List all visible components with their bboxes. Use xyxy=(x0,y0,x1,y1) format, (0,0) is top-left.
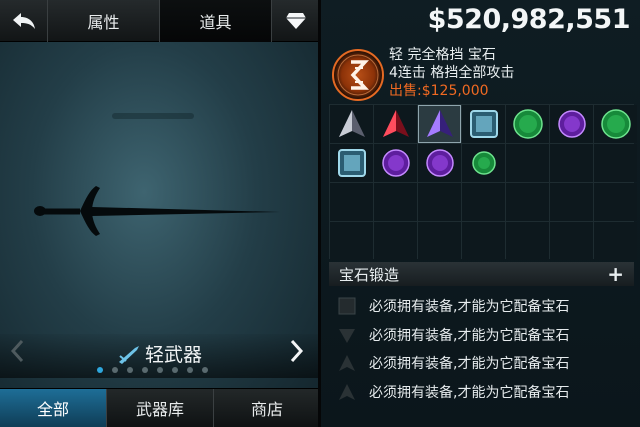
purple-round-gem-icon xyxy=(381,149,410,177)
sell-price: 出售:$125,000 xyxy=(389,83,489,99)
empty-gem-slot[interactable] xyxy=(330,183,373,221)
money-balance: $520,982,551 xyxy=(427,4,631,35)
empty-gem-slot[interactable] xyxy=(594,222,637,260)
tab-shop[interactable]: 商店 xyxy=(214,389,320,427)
empty-gem-slot[interactable] xyxy=(550,222,593,260)
diamond-icon xyxy=(286,13,306,29)
empty-gem-slot[interactable] xyxy=(506,144,549,182)
gem-slot[interactable] xyxy=(550,105,593,143)
purple-triangle-gem-icon xyxy=(426,110,453,137)
page-dot[interactable] xyxy=(127,367,133,373)
top-tab-bar: 属性 道具 xyxy=(0,0,320,42)
gem-slot[interactable] xyxy=(462,144,505,182)
gem-slot[interactable] xyxy=(330,105,373,143)
gem-slot[interactable] xyxy=(418,105,461,143)
expand-icon[interactable]: + xyxy=(607,262,624,286)
page-dot[interactable] xyxy=(97,367,103,373)
up-triangle-slot-icon xyxy=(337,382,357,402)
chevron-right-icon xyxy=(290,339,304,363)
weapon-preview-panel: 属性 道具 轻武器 全部 武器库 商店 xyxy=(0,0,320,427)
gem-slot-list: 必须拥有装备,才能为它配备宝石 必须拥有装备,才能为它配备宝石 必须拥有装备,才能为… xyxy=(329,292,634,406)
green-round-small-gem-icon xyxy=(471,151,496,175)
gem-slot[interactable] xyxy=(374,105,417,143)
down-triangle-slot-icon xyxy=(337,325,357,345)
gem-slot-text: 必须拥有装备,才能为它配备宝石 xyxy=(369,356,570,373)
gem-panel: $520,982,551 轻 完全格挡 宝石 4连击 格挡全部攻击 出售:$12… xyxy=(321,0,640,427)
blue-square-gem-icon xyxy=(469,110,498,138)
empty-gem-slot[interactable] xyxy=(418,183,461,221)
green-round-gem-icon xyxy=(512,109,543,139)
empty-gem-slot[interactable] xyxy=(506,183,549,221)
empty-gem-slot[interactable] xyxy=(374,222,417,260)
gray-triangle-gem-icon xyxy=(338,110,365,137)
gem-slot-row[interactable]: 必须拥有装备,才能为它配备宝石 xyxy=(329,378,634,407)
previous-category-button[interactable] xyxy=(10,339,24,369)
gem-slot-row[interactable]: 必须拥有装备,才能为它配备宝石 xyxy=(329,292,634,321)
page-dot[interactable] xyxy=(142,367,148,373)
bottom-tab-bar: 全部 武器库 商店 xyxy=(0,388,320,427)
tab-items[interactable]: 道具 xyxy=(160,0,272,42)
next-category-button[interactable] xyxy=(290,339,304,369)
gem-slot-text: 必须拥有装备,才能为它配备宝石 xyxy=(369,299,570,316)
empty-gem-slot[interactable] xyxy=(330,222,373,260)
green-round-gem-icon xyxy=(600,109,631,139)
gem-effect-line: 4连击 格挡全部攻击 xyxy=(389,65,515,81)
back-arrow-icon xyxy=(12,13,35,29)
gem-slot-text: 必须拥有装备,才能为它配备宝石 xyxy=(369,384,570,401)
gem-description: 轻 完全格挡 宝石 4连击 格挡全部攻击 出售:$125,000 xyxy=(389,46,514,100)
square-slot-icon xyxy=(337,296,357,316)
purple-round-gem-icon xyxy=(425,149,454,177)
empty-gem-slot[interactable] xyxy=(462,183,505,221)
sword-preview[interactable] xyxy=(30,180,285,240)
page-dot[interactable] xyxy=(172,367,178,373)
gem-slot-row[interactable]: 必须拥有装备,才能为它配备宝石 xyxy=(329,321,634,350)
gem-type-line: 轻 完全格挡 宝石 xyxy=(389,47,496,63)
blue-square-gem-icon xyxy=(337,149,366,177)
tab-all[interactable]: 全部 xyxy=(0,389,107,427)
gem-slot-row[interactable]: 必须拥有装备,才能为它配备宝石 xyxy=(329,349,634,378)
up-triangle-slot-icon xyxy=(337,353,357,373)
gem-slot[interactable] xyxy=(506,105,549,143)
background-weapon-silhouette xyxy=(112,113,194,119)
gem-slot[interactable] xyxy=(418,144,461,182)
page-dot[interactable] xyxy=(112,367,118,373)
gem-emblem-icon xyxy=(332,49,384,101)
gem-slot[interactable] xyxy=(374,144,417,182)
weapon-category-selector: 轻武器 xyxy=(0,334,320,378)
page-dot[interactable] xyxy=(157,367,163,373)
empty-gem-slot[interactable] xyxy=(550,183,593,221)
gem-shop-button[interactable] xyxy=(272,0,320,42)
empty-gem-slot[interactable] xyxy=(462,222,505,260)
page-indicator xyxy=(97,367,208,373)
gem-forge-label: 宝石锻造 xyxy=(339,265,400,284)
gem-slot-text: 必须拥有装备,才能为它配备宝石 xyxy=(369,327,570,344)
empty-gem-slot[interactable] xyxy=(594,183,637,221)
gem-slot[interactable] xyxy=(330,144,373,182)
tab-attributes[interactable]: 属性 xyxy=(48,0,160,42)
gem-inventory-grid xyxy=(329,104,637,260)
empty-gem-slot[interactable] xyxy=(506,222,549,260)
chevron-left-icon xyxy=(10,339,24,363)
empty-gem-slot[interactable] xyxy=(550,144,593,182)
selected-gem-info: 轻 完全格挡 宝石 4连击 格挡全部攻击 出售:$125,000 xyxy=(329,44,634,104)
tab-armory[interactable]: 武器库 xyxy=(107,389,214,427)
weapon-category-label: 轻武器 xyxy=(145,344,203,366)
red-triangle-gem-icon xyxy=(382,110,409,137)
gem-slot[interactable] xyxy=(594,105,637,143)
empty-gem-slot[interactable] xyxy=(418,222,461,260)
empty-gem-slot[interactable] xyxy=(594,144,637,182)
empty-gem-slot[interactable] xyxy=(374,183,417,221)
gem-slot[interactable] xyxy=(462,105,505,143)
gem-forge-bar[interactable]: 宝石锻造 + xyxy=(329,262,634,286)
page-dot[interactable] xyxy=(202,367,208,373)
weapon-category-title: 轻武器 xyxy=(117,340,202,367)
back-button[interactable] xyxy=(0,0,48,42)
page-dot[interactable] xyxy=(187,367,193,373)
light-weapon-icon xyxy=(119,345,139,364)
purple-round-gem-icon xyxy=(557,110,586,138)
